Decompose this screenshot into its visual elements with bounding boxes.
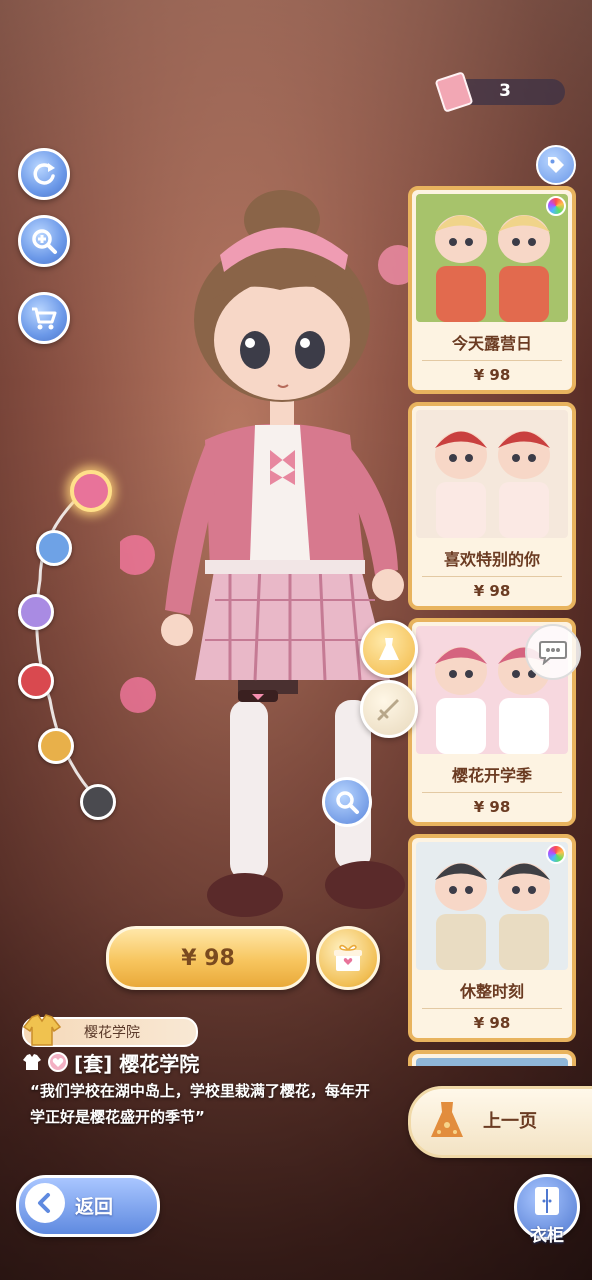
color-swatch[interactable] [36,530,72,566]
back-button[interactable]: 返回 [16,1175,160,1237]
card-divider [422,360,562,361]
heart-badge-icon [48,1052,68,1072]
magnifier-icon [336,791,359,814]
tag-button[interactable] [536,145,576,185]
color-swatch[interactable] [18,663,54,699]
dress-icon [431,1102,463,1137]
outfit-card-partial[interactable] [408,1050,576,1066]
wardrobe-label: 衣柜 [530,1226,564,1246]
back-label: 返回 [75,1196,114,1218]
dress-icon [379,638,399,660]
wardrobe-button[interactable]: 衣柜 [514,1174,580,1246]
outfit-name: 休整时刻 [459,982,524,1001]
sword-icon [377,699,399,721]
outfit-preview-image [416,410,568,538]
currency-counter: 3 [434,71,565,113]
set-tag: 樱花学院 [22,1014,198,1047]
jacket-icon [22,1014,62,1046]
color-swatch[interactable] [38,728,74,764]
filter-outfit-button[interactable] [360,620,418,678]
tag-icon [548,157,564,173]
outfit-name: 今天露营日 [451,334,532,353]
prev-page-label: 上一页 [483,1111,537,1132]
detail-zoom-button[interactable] [322,777,372,827]
prev-page-button[interactable]: 上一页 [408,1086,592,1158]
outfit-card[interactable]: 休整时刻 ¥ 98 [408,834,576,1042]
gift-button[interactable] [316,926,380,990]
set-title: [套] 樱花学院 [22,1048,199,1076]
back-arrow-icon [25,1183,65,1223]
character-illustration [120,190,418,917]
card-divider [422,1008,562,1009]
wardrobe-icon [535,1187,559,1215]
outfit-price: ¥ 98 [473,582,511,600]
color-swatch[interactable] [70,470,112,512]
color-arc-line [35,486,100,802]
outfit-preview-image [416,1058,568,1066]
shirt-icon [23,1054,41,1070]
chat-bubble-icon [539,641,567,665]
outfit-price: ¥ 98 [473,366,511,384]
card-divider [422,576,562,577]
color-variant-icon [546,196,566,216]
set-description: “我们学校在湖中岛上，学校里栽满了樱花，每年开学正好是樱花盛开的季节” [30,1082,370,1126]
filter-weapon-button[interactable] [360,680,418,738]
outfit-card[interactable]: 今天露营日 ¥ 98 [408,186,576,394]
outfit-card[interactable]: 喜欢特别的你 ¥ 98 [408,402,576,610]
currency-count: 3 [499,81,511,101]
color-swatch[interactable] [80,784,116,820]
set-tag-label: 樱花学院 [84,1025,140,1041]
buy-price-button[interactable]: ¥ 98 [106,926,310,990]
chat-button[interactable] [525,624,581,680]
outfit-preview-image [416,842,568,970]
outfit-name: 喜欢特别的你 [443,550,540,569]
outfit-price: ¥ 98 [473,798,511,816]
outfit-preview-image [416,194,568,322]
outfit-name: 樱花开学季 [451,766,532,785]
color-swatch[interactable] [18,594,54,630]
outfit-price: ¥ 98 [473,1014,511,1032]
set-title-text: [套] 樱花学院 [74,1051,200,1076]
card-divider [422,792,562,793]
gift-icon [334,944,362,971]
color-variant-icon [546,844,566,864]
